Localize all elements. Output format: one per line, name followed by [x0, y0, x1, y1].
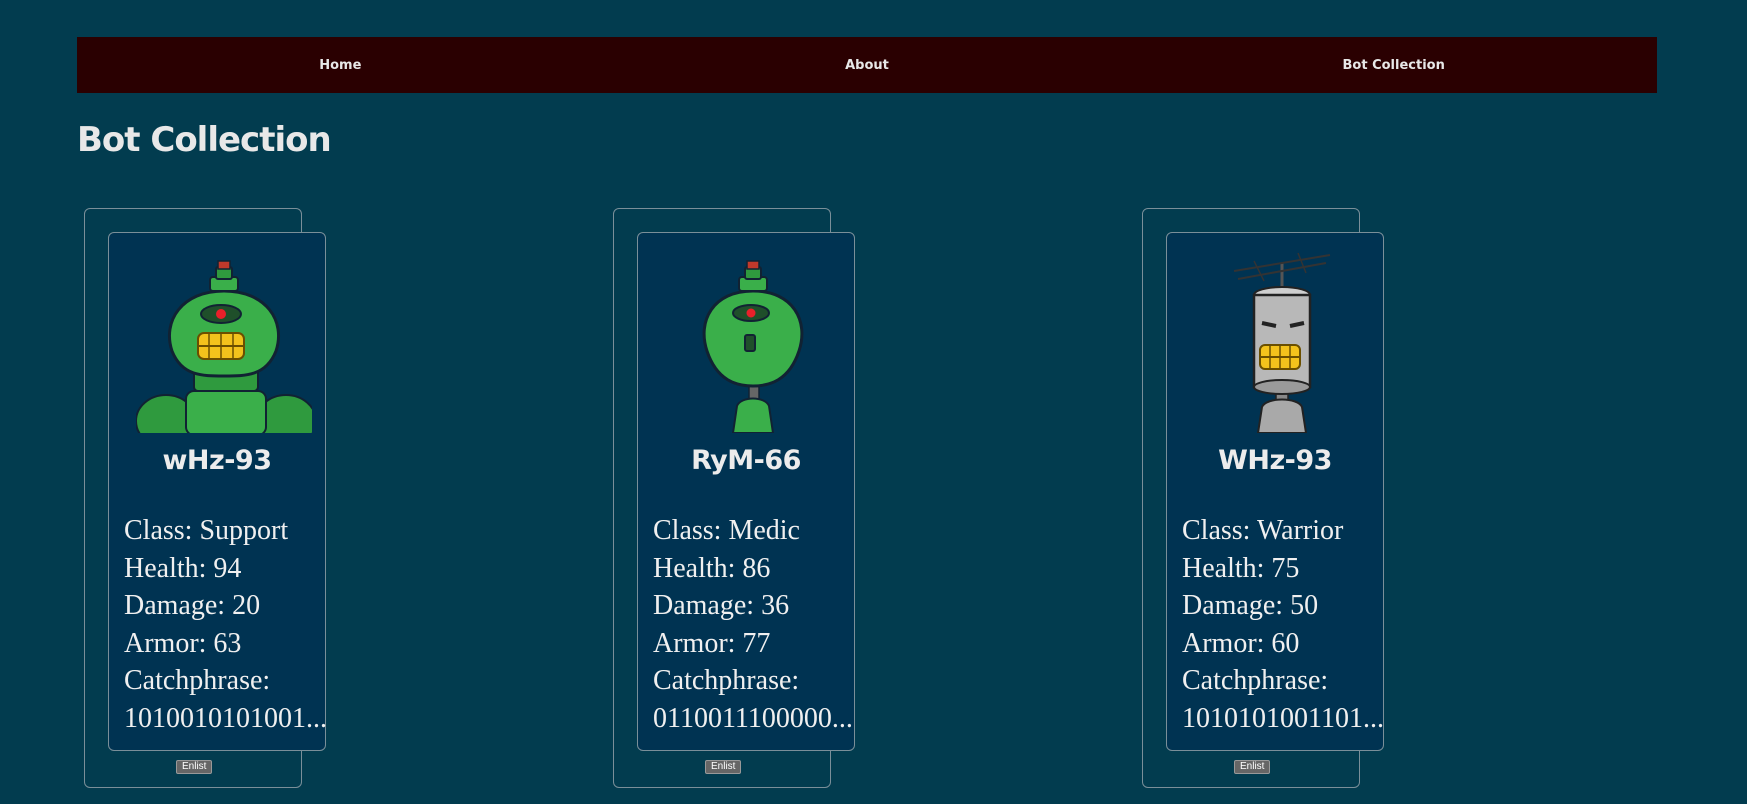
enlist-button[interactable]: Enlist: [705, 760, 742, 774]
bot-armor: Armor: 60: [1182, 627, 1300, 659]
nav-link-bot-collection[interactable]: Bot Collection: [1130, 58, 1657, 73]
bot-card[interactable]: WHz-93 Class: Warrior Health: 75 Damage:…: [1166, 232, 1384, 751]
bot-name: wHz-93: [162, 445, 272, 476]
bot-stats: Class: Support Health: 94 Damage: 20 Arm…: [124, 512, 364, 738]
bot-stats: Class: Warrior Health: 75 Damage: 50 Arm…: [1182, 512, 1422, 738]
nav-link-about[interactable]: About: [604, 58, 1131, 73]
bot-catchphrase-label: Catchphrase:: [653, 665, 800, 697]
bot-catchphrase-label: Catchphrase:: [124, 665, 271, 697]
bot-health: Health: 86: [653, 552, 771, 584]
bot-damage: Damage: 50: [1182, 590, 1319, 622]
navbar: Home About Bot Collection: [77, 37, 1657, 93]
bot-card[interactable]: RyM-66 Class: Medic Health: 86 Damage: 3…: [637, 232, 855, 751]
bot-class: Class: Support: [124, 515, 289, 546]
bot-armor: Armor: 77: [653, 627, 771, 659]
bot-class: Class: Warrior: [1182, 515, 1344, 546]
bot-catchphrase: 1010101001101...: [1182, 702, 1384, 734]
page-title: Bot Collection: [77, 120, 332, 160]
bot-armor: Armor: 63: [124, 627, 242, 659]
bot-damage: Damage: 36: [653, 590, 790, 622]
bot-name: RyM-66: [691, 445, 801, 476]
bot-health: Health: 75: [1182, 552, 1300, 584]
nav-link-home[interactable]: Home: [77, 58, 604, 73]
gray-robot-avatar: [1233, 252, 1331, 433]
enlist-button[interactable]: Enlist: [1234, 760, 1271, 774]
bot-catchphrase: 0110011100000...: [653, 702, 853, 734]
green-robot-avatar: [136, 260, 312, 433]
bot-class: Class: Medic: [653, 515, 800, 546]
bot-health: Health: 94: [124, 552, 242, 584]
bot-catchphrase: 1010010101001...: [124, 702, 327, 734]
bot-name: WHz-93: [1218, 445, 1332, 476]
bot-catchphrase-label: Catchphrase:: [1182, 665, 1329, 697]
bot-card[interactable]: wHz-93 Class: Support Health: 94 Damage:…: [108, 232, 327, 751]
enlist-button[interactable]: Enlist: [176, 760, 213, 774]
bot-damage: Damage: 20: [124, 590, 261, 622]
bot-stats: Class: Medic Health: 86 Damage: 36 Armor…: [653, 512, 893, 738]
green-robot-avatar: [702, 260, 804, 433]
